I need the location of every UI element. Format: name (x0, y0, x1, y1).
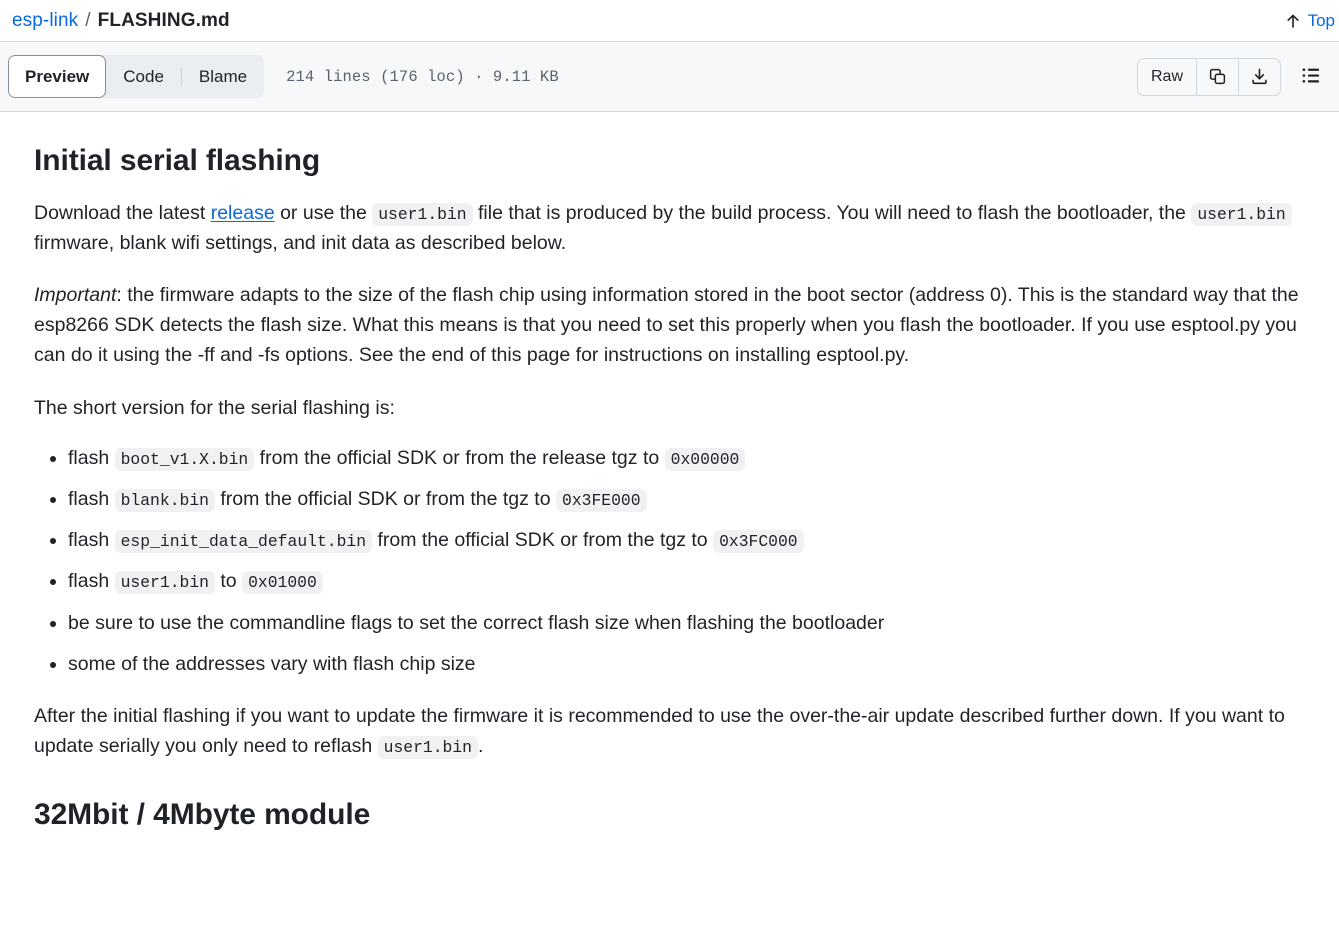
markdown-content: Initial serial flashing Download the lat… (0, 112, 1339, 924)
symbols-outline-button[interactable] (1293, 59, 1329, 95)
release-link[interactable]: release (211, 202, 275, 224)
breadcrumb-file-name: FLASHING.md (97, 9, 230, 31)
inline-code-user1-bin-1: user1.bin (372, 202, 473, 226)
tab-code[interactable]: Code (106, 55, 181, 98)
download-raw-file-button[interactable] (1238, 58, 1280, 95)
paragraph-after-flashing: After the initial flashing if you want t… (34, 701, 1305, 761)
p1-part3: file that is produced by the build proce… (472, 201, 1192, 224)
heading-32mbit-module: 32Mbit / 4Mbyte module (34, 797, 371, 831)
view-mode-tabs: Preview Code Blame (8, 55, 265, 98)
list-item: flash esp_init_data_default.bin from the… (50, 525, 1305, 555)
download-icon (1250, 67, 1269, 86)
li3-pre: flash (68, 570, 115, 593)
paragraph-important-note: Important: the firmware adapts to the si… (34, 280, 1305, 371)
li3-mid: to (214, 570, 243, 593)
copy-raw-contents-button[interactable] (1196, 58, 1238, 95)
p1-part4: firmware, blank wifi settings, and init … (34, 231, 567, 254)
inline-code-addr-0x3fe000: 0x3FE000 (556, 489, 647, 513)
arrow-up-icon (1285, 12, 1301, 30)
paragraph-short-version: The short version for the serial flashin… (34, 396, 395, 419)
copy-icon (1208, 67, 1227, 86)
paragraph-download-release: Download the latest release or use the u… (34, 198, 1305, 258)
breadcrumb-repo-link[interactable]: esp-link (12, 10, 78, 32)
inline-code-blank-bin: blank.bin (114, 489, 215, 513)
p4-part1: After the initial flashing if you want t… (34, 705, 1285, 758)
list-item: flash boot_v1.X.bin from the official SD… (50, 443, 1305, 473)
li0-mid: from the official SDK or from the releas… (254, 446, 665, 469)
back-to-top-link[interactable]: Top (1285, 11, 1339, 31)
inline-code-boot-bin: boot_v1.X.bin (114, 447, 255, 471)
li5-text: some of the addresses vary with flash ch… (68, 652, 476, 675)
important-emphasis: Important (34, 283, 117, 306)
p1-part1: Download the latest (34, 201, 211, 224)
li1-pre: flash (68, 488, 115, 511)
file-toolbar: Preview Code Blame 214 lines (176 loc) ·… (0, 42, 1339, 112)
inline-code-esp-init-data-bin: esp_init_data_default.bin (114, 530, 373, 554)
list-item: be sure to use the commandline flags to … (50, 608, 1305, 638)
inline-code-user1-bin-4: user1.bin (377, 736, 478, 760)
p2-text: : the firmware adapts to the size of the… (34, 283, 1299, 367)
file-header: esp-link / FLASHING.md Top (0, 0, 1339, 42)
li4-text: be sure to use the commandline flags to … (68, 611, 885, 634)
inline-code-addr-0x01000: 0x01000 (242, 571, 323, 595)
li0-pre: flash (68, 446, 115, 469)
list-item: some of the addresses vary with flash ch… (50, 649, 1305, 679)
file-meta-text: 214 lines (176 loc) · 9.11 KB (286, 67, 559, 86)
inline-code-user1-bin-3: user1.bin (114, 571, 215, 595)
list-item: flash blank.bin from the official SDK or… (50, 484, 1305, 514)
li2-pre: flash (68, 529, 115, 552)
toolbar-actions: Raw (1136, 57, 1329, 96)
tab-preview[interactable]: Preview (8, 55, 107, 98)
p1-part2: or use the (274, 201, 373, 224)
heading-initial-serial-flashing: Initial serial flashing (34, 144, 321, 177)
tab-blame[interactable]: Blame (182, 55, 264, 98)
breadcrumb-separator: / (85, 9, 91, 31)
inline-code-user1-bin-2: user1.bin (1191, 202, 1292, 226)
inline-code-addr-0x3fc000: 0x3FC000 (713, 530, 804, 554)
inline-code-addr-0x00000: 0x00000 (664, 447, 746, 471)
li1-mid: from the official SDK or from the tgz to (214, 488, 556, 511)
flash-steps-list: flash boot_v1.X.bin from the official SD… (34, 443, 1305, 679)
outline-list-icon (1301, 65, 1322, 89)
file-actions-button-group: Raw (1136, 57, 1281, 96)
list-item: flash user1.bin to 0x01000 (50, 566, 1305, 596)
li2-mid: from the official SDK or from the tgz to (372, 529, 714, 552)
breadcrumb: esp-link / FLASHING.md (12, 10, 230, 32)
back-to-top-label: Top (1307, 10, 1335, 30)
raw-button[interactable]: Raw (1138, 59, 1196, 95)
p4-part2: . (478, 735, 484, 758)
